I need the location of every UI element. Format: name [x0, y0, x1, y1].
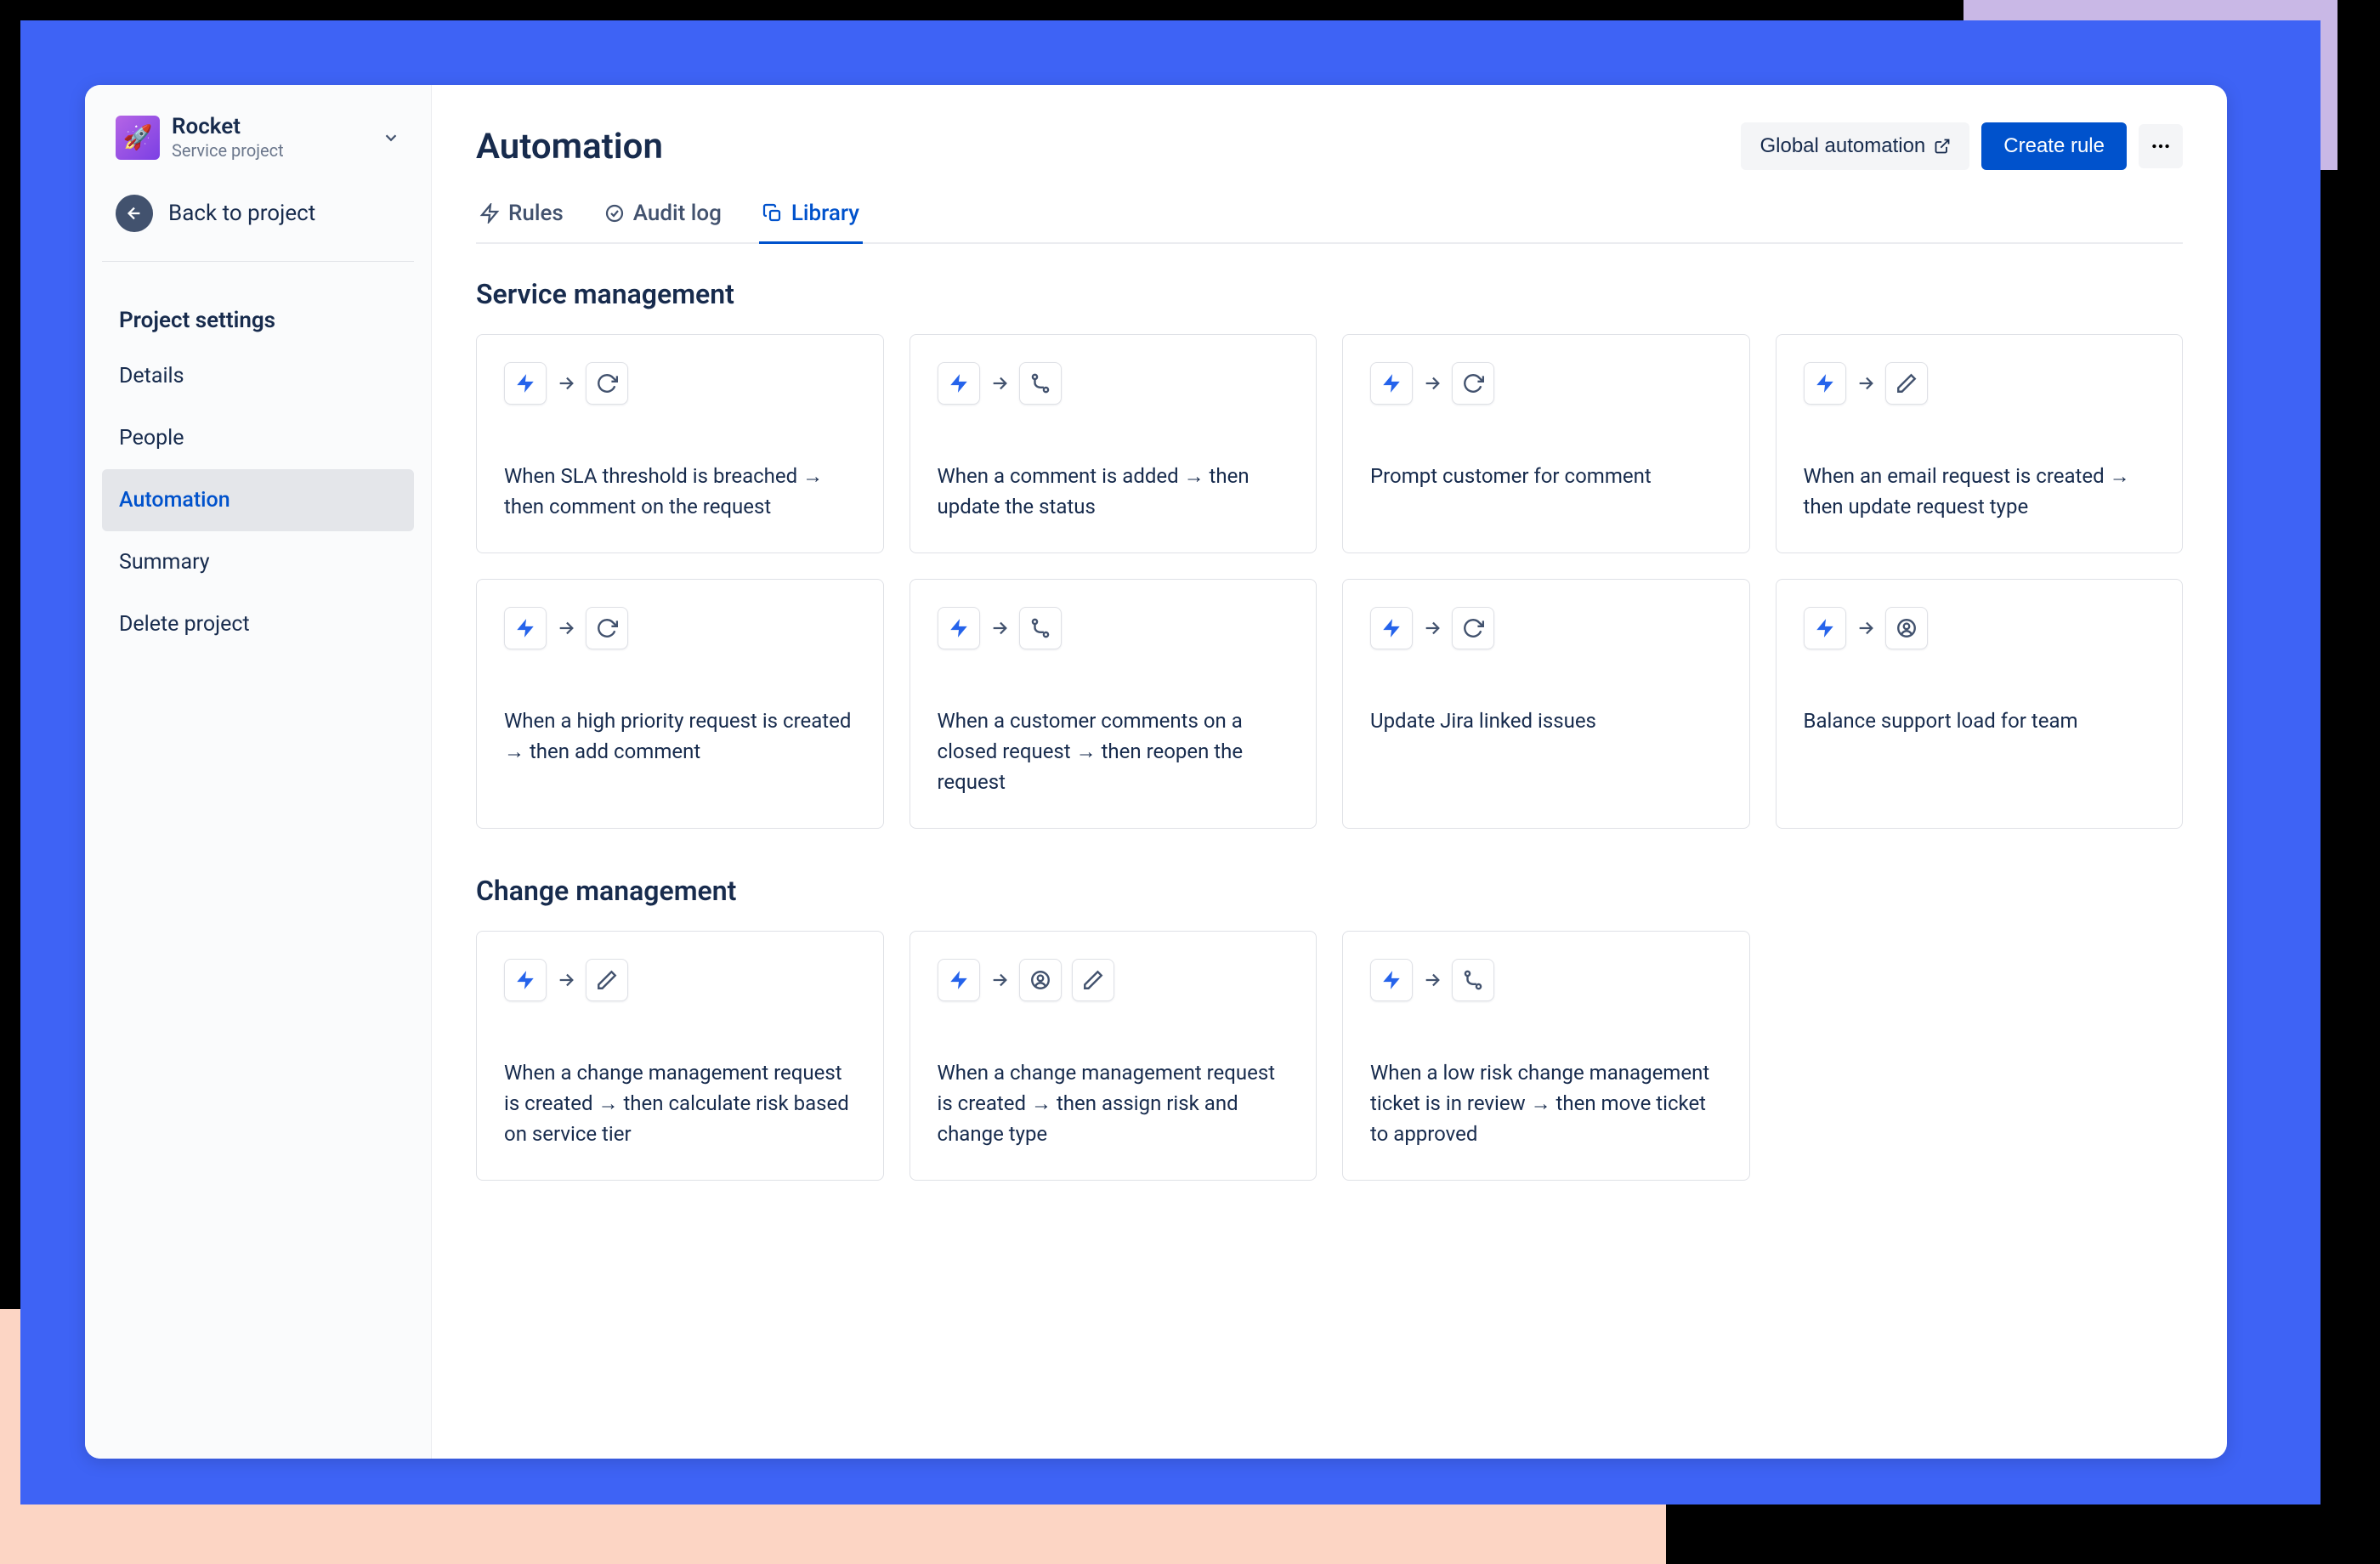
branch-icon — [1019, 607, 1062, 649]
card-description: When a customer comments on a closed req… — [938, 706, 1289, 797]
arrow-right-icon — [557, 619, 575, 638]
user-icon — [1885, 607, 1928, 649]
bolt-icon — [1370, 959, 1413, 1001]
page-title: Automation — [476, 126, 663, 167]
pencil-icon — [1885, 362, 1928, 405]
automation-template-card[interactable]: Update Jira linked issues — [1342, 579, 1750, 829]
card-description: When a change management request is crea… — [938, 1057, 1289, 1149]
card-description: Balance support load for team — [1804, 706, 2156, 736]
arrow-right-icon — [1856, 374, 1875, 393]
automation-template-card[interactable]: When a change management request is crea… — [910, 931, 1318, 1181]
card-description: When a comment is added → then update th… — [938, 461, 1289, 522]
bolt-icon — [1370, 362, 1413, 405]
automation-template-card[interactable]: Balance support load for team — [1776, 579, 2184, 829]
arrow-right-icon — [557, 374, 575, 393]
global-automation-label: Global automation — [1760, 134, 1925, 158]
arrow-right-icon — [990, 971, 1009, 989]
sidebar-item-summary[interactable]: Summary — [102, 531, 414, 593]
bolt-icon — [479, 203, 500, 224]
arrow-right-icon — [1423, 619, 1442, 638]
tab-label: Library — [791, 201, 859, 226]
automation-template-card[interactable]: When an email request is created → then … — [1776, 334, 2184, 553]
user-icon — [1019, 959, 1062, 1001]
pencil-icon — [1072, 959, 1114, 1001]
pencil-icon — [586, 959, 628, 1001]
bolt-icon — [1804, 607, 1846, 649]
arrow-right-icon — [990, 619, 1009, 638]
arrow-right-icon — [557, 971, 575, 989]
bolt-icon — [504, 607, 547, 649]
create-rule-button[interactable]: Create rule — [1981, 122, 2127, 170]
arrow-right-icon — [990, 374, 1009, 393]
bolt-icon — [938, 362, 980, 405]
back-label: Back to project — [168, 201, 315, 226]
more-icon — [2150, 135, 2172, 157]
settings-heading: Project settings — [102, 296, 414, 345]
bolt-icon — [504, 362, 547, 405]
section-title: Change management — [476, 875, 2183, 907]
global-automation-button[interactable]: Global automation — [1741, 122, 1969, 170]
sidebar-item-people[interactable]: People — [102, 407, 414, 469]
refresh-icon — [1452, 607, 1494, 649]
tabs: Rules Audit log Library — [476, 201, 2183, 244]
bolt-icon — [938, 607, 980, 649]
card-description: When a low risk change management ticket… — [1370, 1057, 1722, 1149]
back-to-project[interactable]: Back to project — [102, 176, 414, 262]
card-description: When an email request is created → then … — [1804, 461, 2156, 522]
copy-icon — [762, 203, 783, 224]
automation-template-card[interactable]: Prompt customer for comment — [1342, 334, 1750, 553]
automation-template-card[interactable]: When SLA threshold is breached → then co… — [476, 334, 884, 553]
tab-label: Rules — [508, 201, 564, 226]
automation-template-card[interactable]: When a high priority request is created … — [476, 579, 884, 829]
project-switcher[interactable]: 🚀 Rocket Service project — [102, 110, 414, 176]
card-description: When a high priority request is created … — [504, 706, 856, 767]
arrow-right-icon — [1423, 374, 1442, 393]
nav-group: Project settings DetailsPeopleAutomation… — [102, 296, 414, 655]
sidebar-item-automation[interactable]: Automation — [102, 469, 414, 531]
project-name: Rocket — [172, 114, 284, 140]
card-description: Update Jira linked issues — [1370, 706, 1722, 736]
branch-icon — [1452, 959, 1494, 1001]
bolt-icon — [1804, 362, 1846, 405]
chevron-down-icon — [382, 128, 400, 147]
back-arrow-icon — [116, 195, 153, 232]
card-description: Prompt customer for comment — [1370, 461, 1722, 491]
sidebar-item-details[interactable]: Details — [102, 345, 414, 407]
section-title: Service management — [476, 278, 2183, 310]
card-description: When SLA threshold is breached → then co… — [504, 461, 856, 522]
more-actions-button[interactable] — [2139, 124, 2183, 168]
automation-template-card[interactable]: When a low risk change management ticket… — [1342, 931, 1750, 1181]
refresh-icon — [1452, 362, 1494, 405]
automation-template-card[interactable]: When a customer comments on a closed req… — [910, 579, 1318, 829]
sidebar: 🚀 Rocket Service project Back to project… — [85, 85, 432, 1459]
refresh-icon — [586, 362, 628, 405]
tab-audit-log[interactable]: Audit log — [601, 201, 725, 244]
refresh-icon — [586, 607, 628, 649]
sidebar-item-delete-project[interactable]: Delete project — [102, 593, 414, 655]
bolt-icon — [938, 959, 980, 1001]
card-description: When a change management request is crea… — [504, 1057, 856, 1149]
bolt-icon — [504, 959, 547, 1001]
project-icon: 🚀 — [116, 116, 160, 160]
external-link-icon — [1934, 138, 1951, 155]
branch-icon — [1019, 362, 1062, 405]
project-subtitle: Service project — [172, 140, 284, 161]
tab-label: Audit log — [633, 201, 722, 226]
automation-template-card[interactable]: When a comment is added → then update th… — [910, 334, 1318, 553]
arrow-right-icon — [1856, 619, 1875, 638]
main-content: Automation Global automation Create rule… — [432, 85, 2227, 1459]
automation-template-card[interactable]: When a change management request is crea… — [476, 931, 884, 1181]
tab-rules[interactable]: Rules — [476, 201, 567, 244]
bolt-icon — [1370, 607, 1413, 649]
tab-library[interactable]: Library — [759, 201, 863, 244]
check-circle-icon — [604, 203, 625, 224]
arrow-right-icon — [1423, 971, 1442, 989]
